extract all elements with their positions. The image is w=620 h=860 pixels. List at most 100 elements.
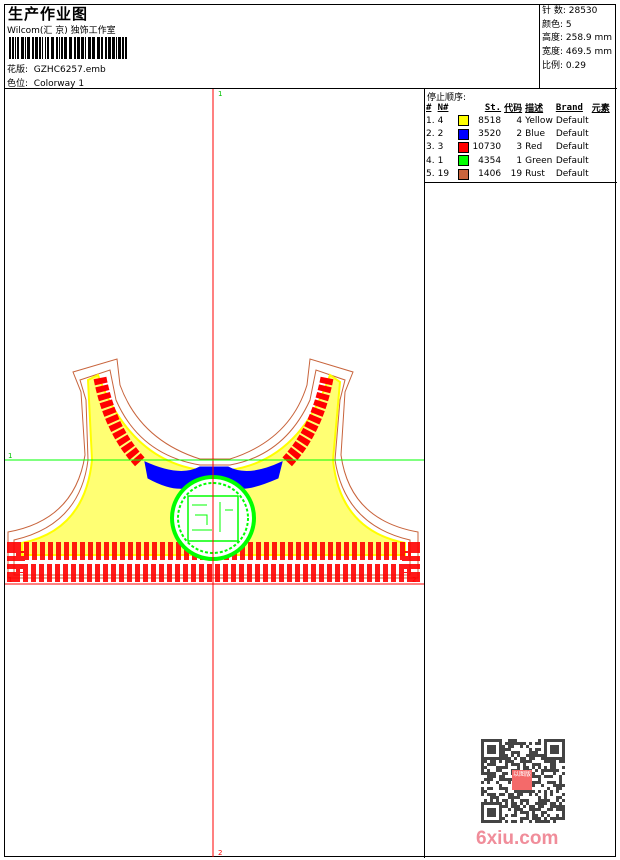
qr-module — [505, 790, 508, 793]
needle-number: 2 — [437, 129, 444, 140]
barcode-bar — [15, 37, 16, 59]
qr-module — [562, 748, 565, 751]
divider — [424, 182, 617, 183]
qr-module — [490, 748, 493, 751]
qr-module — [490, 763, 493, 766]
color-desc: Yellow — [525, 115, 553, 126]
qr-module — [553, 748, 556, 751]
qr-module — [532, 757, 535, 760]
qr-module — [559, 787, 562, 790]
barcode-bar — [108, 37, 111, 59]
qr-module — [553, 820, 556, 823]
qr-module — [484, 802, 487, 805]
qr-module — [490, 814, 493, 817]
qr-module — [550, 775, 553, 778]
qr-module — [481, 748, 484, 751]
qr-module — [484, 778, 487, 781]
qr-module — [481, 793, 484, 796]
qr-module — [544, 796, 547, 799]
qr-module — [559, 817, 562, 820]
qr-module — [499, 739, 502, 742]
qr-module — [517, 805, 520, 808]
color-swatch-cell — [458, 168, 472, 181]
qr-module — [544, 811, 547, 814]
color-swatch — [458, 141, 470, 153]
qr-module — [487, 769, 490, 772]
qr-module — [520, 808, 523, 811]
qr-module — [517, 793, 520, 796]
barcode-bar — [42, 37, 43, 59]
qr-module — [556, 796, 559, 799]
qr-module — [535, 820, 538, 823]
qr-module — [484, 766, 487, 769]
qr-module — [556, 751, 559, 754]
qr-module — [538, 781, 541, 784]
qr-module — [559, 775, 562, 778]
row-index: 5. — [426, 169, 435, 180]
qr-module — [520, 817, 523, 820]
qr-module — [550, 793, 553, 796]
qr-module — [499, 757, 502, 760]
qr-module — [538, 775, 541, 778]
qr-module — [511, 742, 514, 745]
qr-module — [487, 814, 490, 817]
qr-module — [523, 763, 526, 766]
qr-module — [505, 787, 508, 790]
color-desc: Red — [525, 142, 543, 153]
qr-module — [499, 745, 502, 748]
row-index: 2. — [426, 129, 435, 140]
qr-module — [505, 778, 508, 781]
barcode — [9, 37, 127, 59]
qr-module — [541, 820, 544, 823]
qr-module — [484, 820, 487, 823]
qr-module — [514, 811, 517, 814]
qr-module — [502, 745, 505, 748]
qr-module — [550, 757, 553, 760]
qr-module — [550, 748, 553, 751]
qr-module — [526, 817, 529, 820]
qr-module — [538, 778, 541, 781]
qr-module — [547, 787, 550, 790]
qr-module — [505, 766, 508, 769]
qr-module — [535, 793, 538, 796]
qr-module — [505, 742, 508, 745]
stop-row: 4. 1 4354 1 Green Default — [426, 154, 613, 167]
qr-module — [520, 799, 523, 802]
qr-module — [550, 808, 553, 811]
qr-module — [538, 766, 541, 769]
qr-module — [562, 817, 565, 820]
qr-module — [487, 787, 490, 790]
qr-module — [544, 802, 547, 805]
qr-module — [514, 796, 517, 799]
qr-module — [481, 820, 484, 823]
color-swatch — [458, 155, 470, 167]
qr-module — [481, 745, 484, 748]
qr-module — [535, 751, 538, 754]
qr-module — [481, 742, 484, 745]
qr-module — [493, 760, 496, 763]
qr-module — [562, 745, 565, 748]
qr-module — [514, 742, 517, 745]
needle-number: 1 — [437, 155, 444, 166]
seal-stamp: 以图版 — [512, 770, 532, 790]
barcode-bar — [32, 37, 34, 59]
color-swatch — [458, 128, 470, 140]
barcode-bar — [25, 37, 26, 59]
qr-module — [547, 820, 550, 823]
qr-module — [517, 751, 520, 754]
qr-module — [562, 805, 565, 808]
barcode-bar — [64, 37, 67, 59]
colorway-label: 色位: — [7, 79, 29, 89]
qr-module — [508, 757, 511, 760]
qr-module — [538, 799, 541, 802]
qr-module — [520, 793, 523, 796]
color-count: 颜色: 5 — [542, 19, 572, 30]
qr-module — [559, 802, 562, 805]
qr-module — [520, 790, 523, 793]
qr-module — [535, 754, 538, 757]
qr-module — [493, 751, 496, 754]
qr-module — [493, 808, 496, 811]
qr-module — [490, 796, 493, 799]
qr-module — [517, 808, 520, 811]
qr-module — [538, 763, 541, 766]
